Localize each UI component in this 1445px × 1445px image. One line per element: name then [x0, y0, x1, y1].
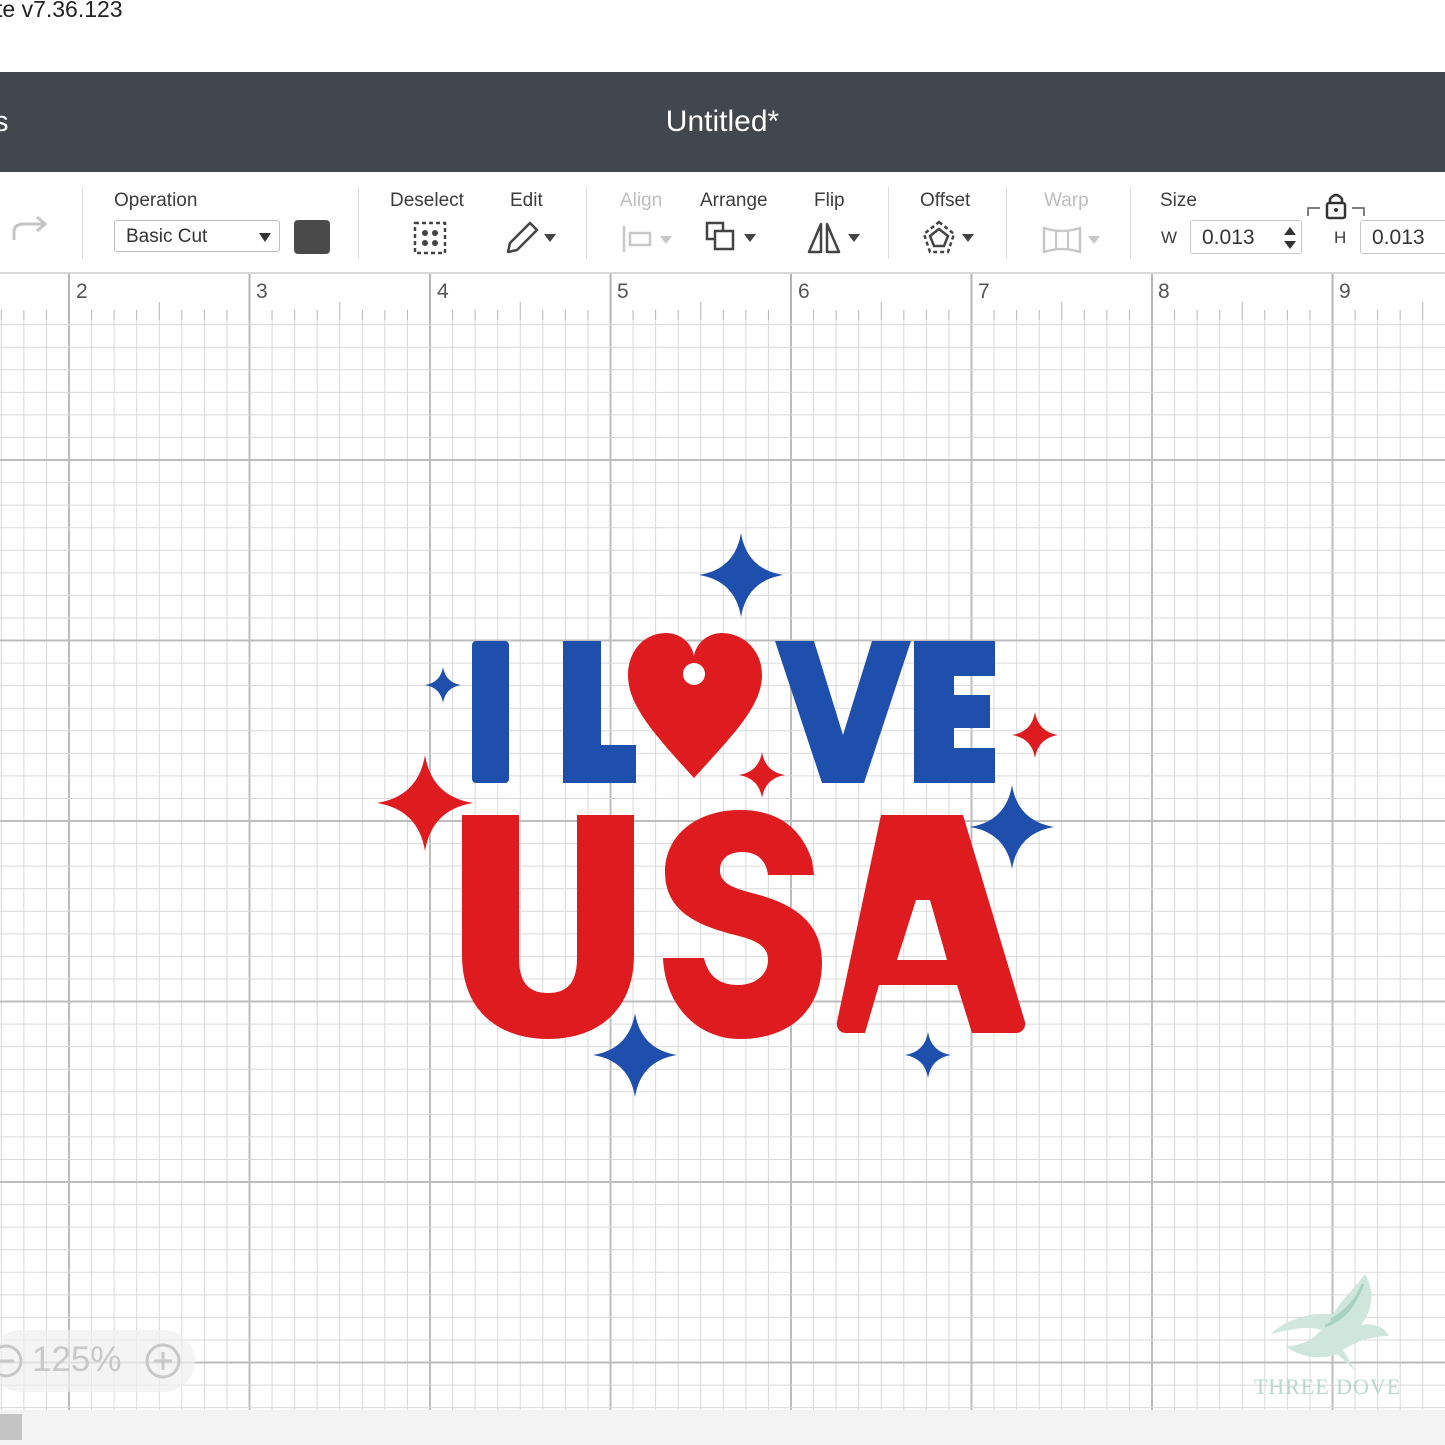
toolbar-separator: [82, 187, 83, 259]
operation-select[interactable]: Basic Cut: [114, 220, 280, 252]
ruler-mark: 9: [1339, 280, 1351, 303]
lock-icon[interactable]: [1306, 190, 1366, 220]
sparkle-star: [1012, 712, 1058, 758]
arrange-icon[interactable]: [704, 220, 760, 256]
pencil-icon[interactable]: [502, 218, 560, 258]
toolbar-separator: [888, 187, 889, 259]
zoom-in-icon[interactable]: [144, 1342, 182, 1380]
sparkle-star: [593, 1013, 677, 1097]
height-input[interactable]: 0.013: [1360, 220, 1445, 254]
operation-label: Operation: [114, 190, 198, 211]
toolbar-separator: [358, 187, 359, 259]
flip-icon[interactable]: [806, 218, 864, 258]
horizontal-scrollbar[interactable]: [0, 1410, 1445, 1445]
edit-toolbar: Operation Basic Cut Deselect Edit Align …: [0, 172, 1445, 274]
document-title: Untitled*: [665, 105, 780, 138]
ruler-mark: 3: [256, 280, 268, 303]
height-value: 0.013: [1372, 226, 1425, 249]
usa-text[interactable]: [462, 810, 1026, 1039]
chevron-down-icon: [259, 233, 271, 242]
top-ruler: 2 3 4 5 6 7 8 9: [0, 274, 1445, 320]
app-header: s Untitled*: [0, 72, 1445, 172]
ruler-mark: 8: [1158, 280, 1170, 303]
toolbar-separator: [586, 187, 587, 259]
toolbar-separator: [1006, 187, 1007, 259]
width-stepper[interactable]: [1280, 224, 1300, 252]
edit-label: Edit: [510, 190, 543, 211]
redo-icon[interactable]: [10, 212, 50, 248]
deselect-label: Deselect: [390, 190, 464, 211]
design-canvas[interactable]: [0, 320, 1445, 1410]
ruler-mark: 7: [978, 280, 990, 303]
offset-icon[interactable]: [920, 218, 978, 258]
sparkle-star: [905, 1032, 951, 1078]
scrollbar-thumb[interactable]: [0, 1414, 22, 1440]
ruler-mark: 5: [617, 280, 629, 303]
width-label: W: [1161, 228, 1178, 247]
size-label: Size: [1160, 190, 1197, 211]
dove-logo-icon: [1271, 1274, 1389, 1370]
watermark-text: THREE DOVE: [1253, 1374, 1402, 1399]
toolbar-separator: [1130, 187, 1131, 259]
zoom-out-icon[interactable]: [0, 1342, 26, 1380]
sparkle-star: [970, 785, 1054, 869]
deselect-icon[interactable]: [412, 220, 448, 256]
sparkle-star: [377, 755, 473, 851]
align-icon[interactable]: [620, 222, 676, 256]
app-version: te v7.36.123: [0, 0, 123, 22]
zoom-control: 125%: [0, 1330, 195, 1392]
offset-label: Offset: [920, 190, 971, 211]
flip-label: Flip: [814, 190, 845, 211]
watermark: THREE DOVE: [1240, 1270, 1415, 1410]
ruler-mark: 4: [437, 280, 449, 303]
zoom-level: 125%: [32, 1340, 122, 1379]
sparkle-star: [699, 533, 783, 617]
canvas-grid: [0, 320, 1445, 1410]
color-swatch[interactable]: [294, 220, 330, 254]
ruler-mark: 6: [798, 280, 810, 303]
arrange-label: Arrange: [700, 190, 768, 211]
warp-label: Warp: [1044, 190, 1089, 211]
align-label: Align: [620, 190, 663, 211]
warp-icon[interactable]: [1040, 222, 1104, 256]
height-label: H: [1334, 228, 1347, 247]
ruler-mark: 2: [76, 280, 88, 303]
title-bar: te v7.36.123: [0, 0, 1445, 72]
width-value: 0.013: [1202, 226, 1255, 249]
operation-value: Basic Cut: [126, 226, 208, 247]
